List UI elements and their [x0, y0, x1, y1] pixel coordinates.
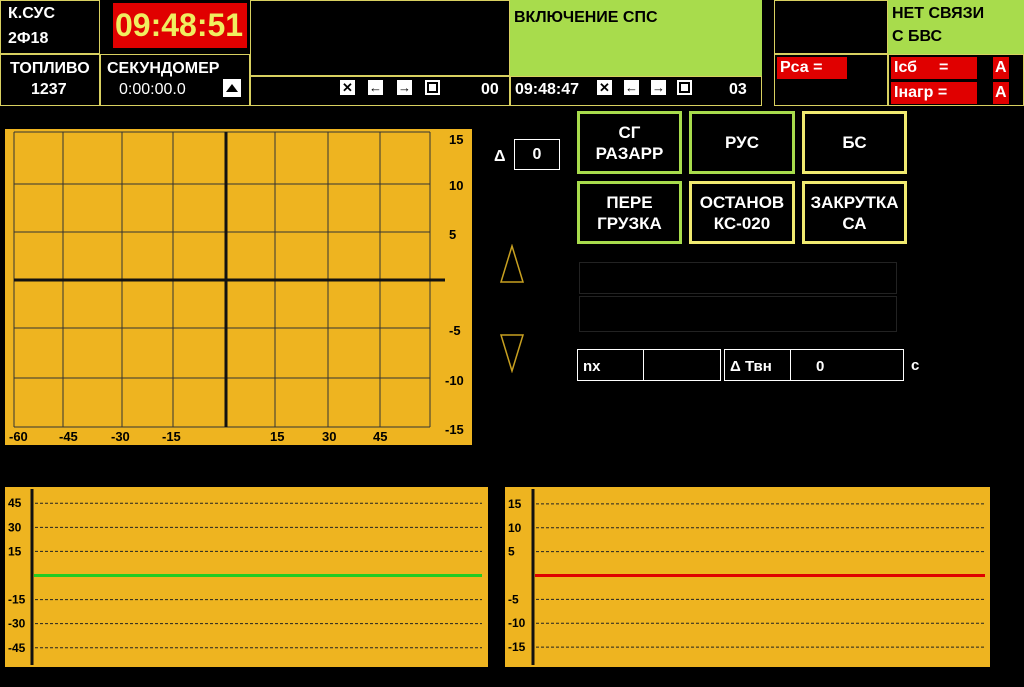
inagr-label: Iнагр = — [891, 82, 977, 104]
k-sus-label: К.СУС — [8, 5, 56, 22]
message-time: 09:48:47 — [515, 81, 580, 98]
icb-row: Iсб = — [891, 57, 977, 79]
dtvn-unit: с — [911, 357, 920, 374]
y-tick-label: -10 — [508, 616, 526, 630]
nx-label: nx — [583, 358, 601, 375]
message-text: ВКЛЮЧЕНИЕ СПС — [514, 9, 658, 26]
blank-field — [579, 296, 897, 332]
main-chart-grid — [13, 131, 445, 428]
icb-unit: А — [993, 57, 1009, 79]
connection-status-line1: НЕТ СВЯЗИ — [892, 5, 985, 22]
triangle-up-icon — [226, 84, 238, 92]
fuel-box: ТОПЛИВО 1237 — [0, 54, 100, 106]
rus-button[interactable]: РУС — [689, 111, 795, 174]
ostanov-button[interactable]: ОСТАНОВ КС-020 — [689, 181, 795, 244]
delta-value: 0 — [532, 145, 542, 163]
x-tick-label: -15 — [162, 429, 181, 444]
x-tick-label: -30 — [111, 429, 130, 444]
y-tick-label: 15 — [449, 132, 464, 147]
dtvn-label: Δ Твн — [730, 358, 772, 375]
k-sus-value: 2Ф18 — [8, 30, 49, 47]
x-tick-label: -45 — [59, 429, 78, 444]
arrow-right-icon[interactable]: → — [397, 80, 412, 95]
x-tick-label: 30 — [322, 429, 337, 444]
stopwatch-label: СЕКУНДОМЕР — [107, 60, 220, 77]
y-tick-label: 15 — [8, 544, 22, 558]
rsa-label: Рса = — [777, 57, 847, 79]
sg-razarr-button[interactable]: СГ РАЗАРР — [577, 111, 682, 174]
y-tick-label: 5 — [449, 227, 457, 242]
y-tick-label: 5 — [508, 545, 515, 559]
bottom-left-chart-plot: 45 30 15 -15 -30 -45 — [8, 489, 482, 665]
nx-divider — [643, 350, 644, 380]
clock-time: 09:48:51 — [115, 7, 244, 43]
dtvn-readout: Δ Твн 0 — [724, 349, 904, 381]
right-counter: 03 — [729, 81, 747, 98]
blank-top-right-field — [774, 0, 888, 54]
y-tick-label: 30 — [8, 520, 22, 534]
arrow-left-icon[interactable]: ← — [624, 80, 639, 95]
main-chart-panel: -60 -45 -30 -15 15 30 45 15 10 5 -5 -10 … — [5, 129, 472, 445]
y-tick-label: -15 — [8, 593, 26, 607]
left-control-strip: ✕ ← → 00 — [250, 76, 510, 106]
left-counter: 00 — [481, 81, 499, 98]
y-tick-label: -15 — [445, 422, 464, 437]
bottom-left-chart: 45 30 15 -15 -30 -45 — [5, 487, 488, 667]
icb-label: Iсб — [894, 59, 918, 76]
y-tick-label: 10 — [449, 178, 464, 193]
connection-status-box: НЕТ СВЯЗИ С БВС — [888, 0, 1024, 54]
k-sus-box: К.СУС 2Ф18 — [0, 0, 100, 54]
fuel-value: 1237 — [31, 81, 67, 98]
x-tick-label: -60 — [9, 429, 28, 444]
triangle-up-icon[interactable] — [499, 244, 525, 284]
message-box: ВКЛЮЧЕНИЕ СПС — [510, 0, 762, 76]
y-tick-label: -15 — [508, 640, 526, 654]
y-tick-label: 45 — [8, 496, 22, 510]
y-tick-label: 15 — [508, 497, 522, 511]
fuel-label: ТОПЛИВО — [10, 60, 90, 77]
connection-status-line2: С БВС — [892, 28, 942, 45]
nx-readout: nx — [577, 349, 721, 381]
dtvn-value: 0 — [816, 358, 825, 375]
clock-display: 09:48:51 — [113, 3, 247, 48]
inagr-unit: А — [993, 82, 1009, 104]
blank-field — [579, 262, 897, 294]
stopwatch-start-button[interactable] — [223, 79, 241, 97]
y-tick-label: -10 — [445, 373, 464, 388]
icb-eq: = — [939, 59, 949, 76]
bottom-right-chart: 15 10 5 -5 -10 -15 — [505, 487, 990, 667]
right-control-strip: 09:48:47 ✕ ← → 03 — [510, 76, 762, 106]
current-box: Iсб = А Iнагр = А — [888, 54, 1024, 106]
y-tick-label: -5 — [449, 323, 461, 338]
zakrutka-button[interactable]: ЗАКРУТКА СА — [802, 181, 907, 244]
blank-top-field — [250, 0, 510, 76]
rsa-box: Рса = — [774, 54, 888, 106]
square-icon[interactable] — [425, 80, 440, 95]
y-tick-label: -45 — [8, 641, 26, 655]
triangle-down-icon[interactable] — [499, 333, 525, 373]
arrow-left-icon[interactable]: ← — [368, 80, 383, 95]
bottom-right-chart-plot: 15 10 5 -5 -10 -15 — [508, 489, 985, 665]
delta-symbol: Δ — [494, 148, 506, 165]
x-box-icon[interactable]: ✕ — [597, 80, 612, 95]
peregruzka-button[interactable]: ПЕРЕ ГРУЗКА — [577, 181, 682, 244]
stopwatch-value: 0:00:00.0 — [119, 81, 186, 98]
y-tick-label: -30 — [8, 617, 26, 631]
square-icon[interactable] — [677, 80, 692, 95]
stopwatch-box: СЕКУНДОМЕР 0:00:00.0 — [100, 54, 250, 106]
x-tick-label: 15 — [270, 429, 285, 444]
arrow-right-icon[interactable]: → — [651, 80, 666, 95]
delta-value-box[interactable]: 0 — [514, 139, 560, 170]
x-tick-label: 45 — [373, 429, 388, 444]
x-box-icon[interactable]: ✕ — [340, 80, 355, 95]
y-tick-label: 10 — [508, 521, 522, 535]
y-tick-label: -5 — [508, 592, 519, 606]
dtvn-divider — [790, 350, 791, 380]
bs-button[interactable]: БС — [802, 111, 907, 174]
